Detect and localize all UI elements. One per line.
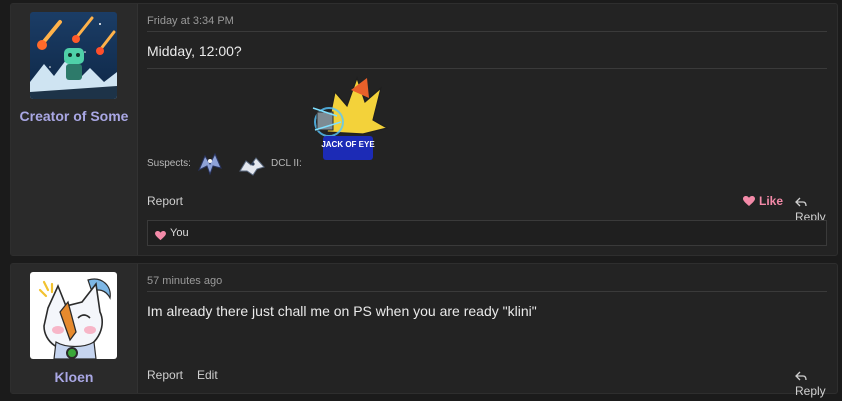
heart-icon (743, 196, 755, 210)
signature-banner: JACK OF EYE (307, 72, 392, 164)
online-status-icon (66, 347, 78, 359)
post-date[interactable]: 57 minutes ago (147, 275, 222, 287)
report-button[interactable]: Report (147, 194, 183, 208)
signature-divider (147, 68, 827, 69)
username[interactable]: Kloen (11, 369, 137, 385)
user-info: Creator of Some (11, 4, 138, 255)
heart-icon (155, 228, 166, 246)
message-body: Im already there just chall me on PS whe… (147, 303, 537, 319)
pokemon-sprite-icon (237, 153, 267, 177)
signature-suspects-label: Suspects: (147, 158, 191, 169)
likes-text: You (170, 227, 189, 239)
divider (147, 291, 827, 292)
like-button[interactable]: Like (743, 194, 783, 210)
user-info: Kloen (11, 264, 138, 393)
post: Creator of Some Friday at 3:34 PM Midday… (10, 3, 838, 256)
reply-label: Reply (795, 384, 826, 398)
pokemon-sprite-icon (195, 150, 225, 176)
avatar[interactable] (30, 272, 117, 359)
divider (147, 31, 827, 32)
avatar-image (30, 12, 117, 99)
edit-button[interactable]: Edit (197, 368, 218, 382)
signature-dcl-label: DCL II: (271, 158, 302, 169)
message-body: Midday, 12:00? (147, 43, 242, 59)
post-content: 57 minutes ago Im already there just cha… (147, 264, 827, 398)
avatar[interactable] (30, 12, 117, 99)
post-date[interactable]: Friday at 3:34 PM (147, 15, 234, 27)
like-label: Like (759, 194, 784, 208)
reply-icon (795, 196, 807, 210)
post-content: Friday at 3:34 PM Midday, 12:00? Suspect… (147, 4, 827, 255)
likes-summary[interactable]: You (147, 220, 827, 246)
reply-button[interactable]: Reply (795, 368, 827, 398)
report-button[interactable]: Report (147, 368, 183, 382)
signature-banner-text: JACK OF EYE (321, 140, 375, 149)
username[interactable]: Creator of Some (11, 108, 137, 124)
avatar-image (30, 272, 117, 359)
post: Kloen 57 minutes ago Im already there ju… (10, 263, 838, 398)
reply-icon (795, 370, 807, 384)
